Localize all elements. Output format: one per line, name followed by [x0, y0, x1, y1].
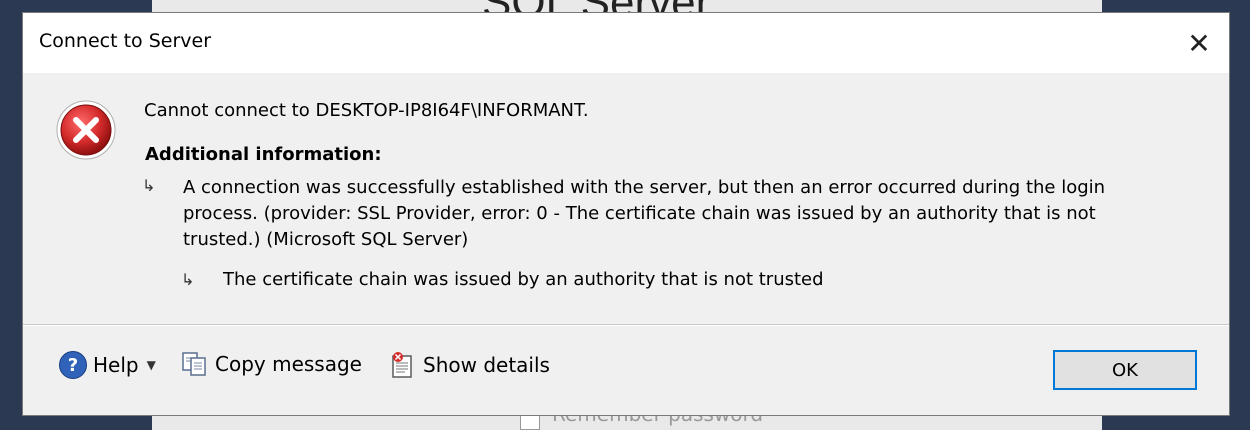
dropdown-icon: ▼ — [146, 358, 156, 372]
dialog-titlebar: Connect to Server ✕ — [23, 13, 1229, 73]
help-icon: ? — [59, 351, 87, 379]
copy-message-button[interactable]: Copy message — [181, 351, 362, 377]
show-details-label: Show details — [423, 353, 550, 377]
dialog-title: Connect to Server — [39, 30, 212, 52]
error-message: Cannot connect to DESKTOP-IP8I64F\INFORM… — [144, 100, 589, 121]
close-button[interactable]: ✕ — [1179, 23, 1219, 63]
help-button[interactable]: ? Help ▼ — [59, 351, 156, 379]
nested-arrow-icon: ↳ — [142, 176, 156, 195]
copy-icon — [182, 352, 206, 376]
ok-button[interactable]: OK — [1053, 350, 1197, 390]
help-label: Help — [93, 353, 139, 377]
details-icon — [392, 352, 412, 378]
error-detail-primary: A connection was successfully establishe… — [183, 177, 1106, 250]
close-icon: ✕ — [1187, 26, 1211, 60]
error-icon — [56, 100, 116, 160]
error-detail-inner: The certificate chain was issued by an a… — [223, 269, 824, 290]
footer-divider-highlight — [23, 325, 1229, 326]
show-details-button[interactable]: Show details — [389, 351, 550, 379]
copy-message-label: Copy message — [215, 352, 362, 376]
nested-arrow-icon: ↳ — [181, 270, 195, 289]
additional-info-heading: Additional information: — [145, 144, 382, 165]
connect-to-server-dialog: Connect to Server ✕ Cannot connect to DE… — [22, 12, 1230, 416]
